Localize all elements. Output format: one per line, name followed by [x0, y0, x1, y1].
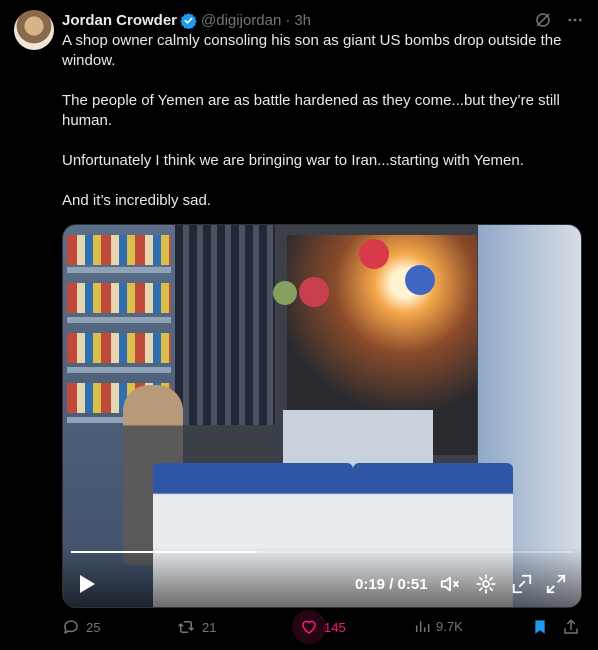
tweet-header: Jordan Crowder @digijordan · 3h — [62, 9, 584, 31]
avatar[interactable] — [14, 10, 54, 50]
video-progress-fill — [71, 551, 257, 553]
reply-count: 25 — [86, 619, 101, 635]
video-progress-bar[interactable] — [71, 551, 573, 553]
fullscreen-icon[interactable] — [545, 573, 567, 595]
tweet[interactable]: Jordan Crowder @digijordan · 3h A shop o… — [0, 0, 598, 650]
reply-icon — [64, 620, 78, 634]
like-count: 145 — [324, 619, 346, 635]
views-icon — [415, 621, 430, 632]
repost-icon — [177, 621, 195, 633]
bookmark-icon — [535, 620, 545, 634]
verified-badge-icon — [180, 12, 197, 29]
video-frame — [63, 225, 581, 607]
shop-counter — [283, 410, 433, 470]
views-button[interactable]: 9.7K — [414, 618, 463, 634]
like-button[interactable]: 145 — [292, 610, 346, 644]
hanging-goods — [175, 225, 275, 425]
grok-icon[interactable] — [534, 11, 552, 29]
tweet-paragraph: Unfortunately I think we are bringing wa… — [62, 152, 524, 169]
exit-fullscreen-icon[interactable] — [511, 573, 533, 595]
reply-button[interactable]: 25 — [62, 618, 100, 636]
bookmark-button[interactable] — [532, 618, 548, 636]
play-icon[interactable] — [77, 573, 97, 595]
video-time-readout: 0:19 / 0:51 — [355, 576, 428, 593]
share-icon — [564, 619, 578, 634]
settings-icon[interactable] — [475, 573, 497, 595]
tweet-actions: 25 21 145 9.7K — [62, 610, 582, 644]
red-balloon — [299, 277, 329, 307]
tweet-paragraph: The people of Yemen are as battle harden… — [62, 92, 560, 129]
header-actions — [534, 11, 584, 29]
tweet-paragraph: A shop owner calmly consoling his son as… — [62, 32, 562, 69]
mute-icon[interactable] — [439, 573, 461, 595]
views-count: 9.7K — [436, 618, 463, 634]
tweet-paragraph: And it’s incredibly sad. — [62, 192, 211, 209]
blue-balloon — [405, 265, 435, 295]
video-player[interactable]: 0:19 / 0:51 — [62, 224, 582, 608]
repost-button[interactable]: 21 — [176, 618, 216, 636]
video-controls: 0:19 / 0:51 — [63, 569, 581, 599]
author-handle[interactable]: @digijordan — [201, 12, 281, 29]
tweet-text: A shop owner calmly consoling his son as… — [62, 31, 582, 231]
share-button[interactable] — [562, 618, 580, 636]
green-balloon — [273, 281, 297, 305]
more-icon[interactable] — [566, 11, 584, 29]
red-balloon — [359, 239, 389, 269]
tweet-time[interactable]: 3h — [294, 12, 311, 29]
repost-count: 21 — [202, 619, 217, 635]
author-name[interactable]: Jordan Crowder — [62, 12, 177, 29]
separator-dot: · — [285, 11, 291, 29]
heart-icon — [302, 620, 316, 634]
